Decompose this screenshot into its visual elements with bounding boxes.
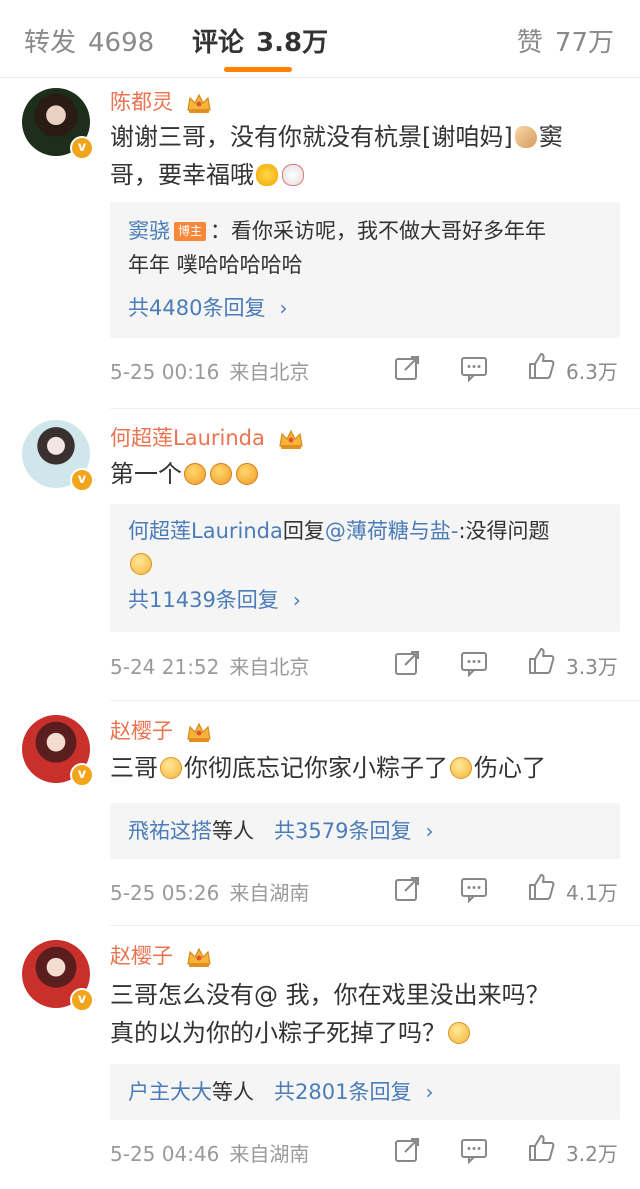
tab-reposts[interactable]: 转发 4698 <box>24 22 154 59</box>
verified-icon: v <box>70 136 94 160</box>
comment-meta: 5-25 00:16 来自北京 <box>110 356 309 385</box>
crying-emoji-icon <box>448 1022 470 1044</box>
comment-author[interactable]: 何超莲Laurinda <box>110 422 304 452</box>
tab-comments-label: 评论 <box>192 28 245 58</box>
avatar[interactable]: v <box>22 88 94 160</box>
tab-comments[interactable]: 评论 3.8万 <box>192 22 328 59</box>
reply-author[interactable]: 户主大大 <box>128 1080 212 1104</box>
blogger-badge: 博主 <box>174 222 207 241</box>
share-icon[interactable] <box>393 354 421 382</box>
tab-likes-label: 赞 <box>516 28 543 58</box>
comment-time: 5-25 04:46 <box>110 1142 220 1166</box>
comment-text: 谢谢三哥，没有你就没有杭景[谢咱妈] 窦 哥，要幸福哦 <box>110 123 563 189</box>
tab-comments-count: 3.8万 <box>256 28 329 58</box>
like-count: 3.3万 <box>566 655 618 679</box>
comment-icon[interactable] <box>460 354 488 382</box>
like-icon[interactable] <box>527 647 555 675</box>
reply-mention[interactable]: @薄荷糖与盐- <box>325 519 459 543</box>
like-icon[interactable] <box>527 1134 555 1162</box>
comment-author[interactable]: 陈都灵 <box>110 86 212 116</box>
reply-text: 窦骁 博主 ：看你采访呢，我不做大哥好多年年 年年 噗哈哈哈哈哈 <box>128 219 547 277</box>
pray-emoji-icon <box>514 126 537 148</box>
reply-preview[interactable]: 飛祐这搭等人 共3579条回复 › <box>110 803 620 859</box>
divider <box>110 408 640 409</box>
tab-reposts-label: 转发 <box>24 28 77 58</box>
avatar[interactable]: v <box>22 715 94 787</box>
verified-icon: v <box>70 468 94 492</box>
tab-bar: 转发 4698 评论 3.8万 赞 77万 <box>0 0 640 78</box>
share-icon[interactable] <box>393 649 421 677</box>
active-tab-indicator <box>224 67 292 72</box>
like-count: 6.3万 <box>566 360 618 384</box>
like-count: 4.1万 <box>566 881 618 905</box>
comment-text: 第一个 <box>110 455 620 493</box>
comment-time: 5-25 05:26 <box>110 881 220 905</box>
like-count: 3.2万 <box>566 1142 618 1166</box>
kiss-emoji-icon <box>236 463 258 485</box>
chevron-right-icon: › <box>425 1080 434 1104</box>
like-icon[interactable] <box>527 873 555 901</box>
divider <box>110 700 640 701</box>
comment-author[interactable]: 赵樱子 <box>110 940 212 970</box>
sweat-emoji-icon <box>130 553 152 575</box>
reply-count-link[interactable]: 户主大大等人 共2801条回复 › <box>128 1076 433 1106</box>
reply-text: 何超莲Laurinda回复@薄荷糖与盐-:没得问题 <box>128 514 608 582</box>
like-icon[interactable] <box>527 352 555 380</box>
comment-location: 来自湖南 <box>229 881 310 905</box>
reply-preview[interactable]: 窦骁 博主 ：看你采访呢，我不做大哥好多年年 年年 噗哈哈哈哈哈 共4480条回复 › <box>110 202 620 338</box>
reply-author[interactable]: 飛祐这搭 <box>128 819 212 843</box>
comment-icon[interactable] <box>460 875 488 903</box>
divider <box>110 925 640 926</box>
kiss-emoji-icon <box>210 463 232 485</box>
sad-emoji-icon <box>450 757 472 779</box>
cat-emoji-icon <box>256 164 278 186</box>
reply-author[interactable]: 窦骁 <box>128 219 170 243</box>
comment-meta: 5-25 04:46 来自湖南 <box>110 1138 309 1167</box>
comment-time: 5-24 21:52 <box>110 655 220 679</box>
avatar[interactable]: v <box>22 940 94 1012</box>
comment-icon[interactable] <box>460 649 488 677</box>
comment-location: 来自北京 <box>229 655 310 679</box>
comment-location: 来自湖南 <box>229 1142 310 1166</box>
tab-likes-count: 77万 <box>554 28 614 58</box>
comment-icon[interactable] <box>460 1136 488 1164</box>
comment-meta: 5-24 21:52 来自北京 <box>110 651 309 680</box>
comment-text: 三哥 你彻底忘记你家小粽子了 伤心了 <box>110 754 546 782</box>
reply-author[interactable]: 何超莲Laurinda <box>128 519 283 543</box>
verified-icon: v <box>70 763 94 787</box>
tab-reposts-count: 4698 <box>88 28 155 58</box>
avatar[interactable]: v <box>22 420 94 492</box>
kiss-emoji-icon <box>184 463 206 485</box>
reply-preview[interactable]: 何超莲Laurinda回复@薄荷糖与盐-:没得问题 共11439条回复 › <box>110 504 620 632</box>
share-icon[interactable] <box>393 1136 421 1164</box>
chevron-right-icon: › <box>425 819 434 843</box>
crown-icon <box>186 93 211 113</box>
reply-count-link[interactable]: 飛祐这搭等人 共3579条回复 › <box>128 815 433 845</box>
reply-count-link[interactable]: 共4480条回复 › <box>128 292 287 322</box>
crown-icon <box>186 947 211 967</box>
reply-preview[interactable]: 户主大大等人 共2801条回复 › <box>110 1064 620 1120</box>
chevron-right-icon: › <box>279 296 288 320</box>
bear-emoji-icon <box>282 164 304 186</box>
crown-icon <box>186 722 211 742</box>
share-icon[interactable] <box>393 875 421 903</box>
crown-icon <box>278 429 303 449</box>
comment-location: 来自北京 <box>229 360 310 384</box>
comment-text: 三哥怎么没有@ 我，你在戏里没出来吗？ 真的以为你的小粽子死掉了吗？ <box>110 981 550 1047</box>
smile-emoji-icon <box>160 757 182 779</box>
comment-author[interactable]: 赵樱子 <box>110 715 212 745</box>
verified-icon: v <box>70 988 94 1012</box>
chevron-right-icon: › <box>292 588 301 612</box>
tab-likes[interactable]: 赞 77万 <box>517 22 614 59</box>
comment-meta: 5-25 05:26 来自湖南 <box>110 877 309 906</box>
reply-count-link[interactable]: 共11439条回复 › <box>128 584 301 614</box>
comment-time: 5-25 00:16 <box>110 360 220 384</box>
